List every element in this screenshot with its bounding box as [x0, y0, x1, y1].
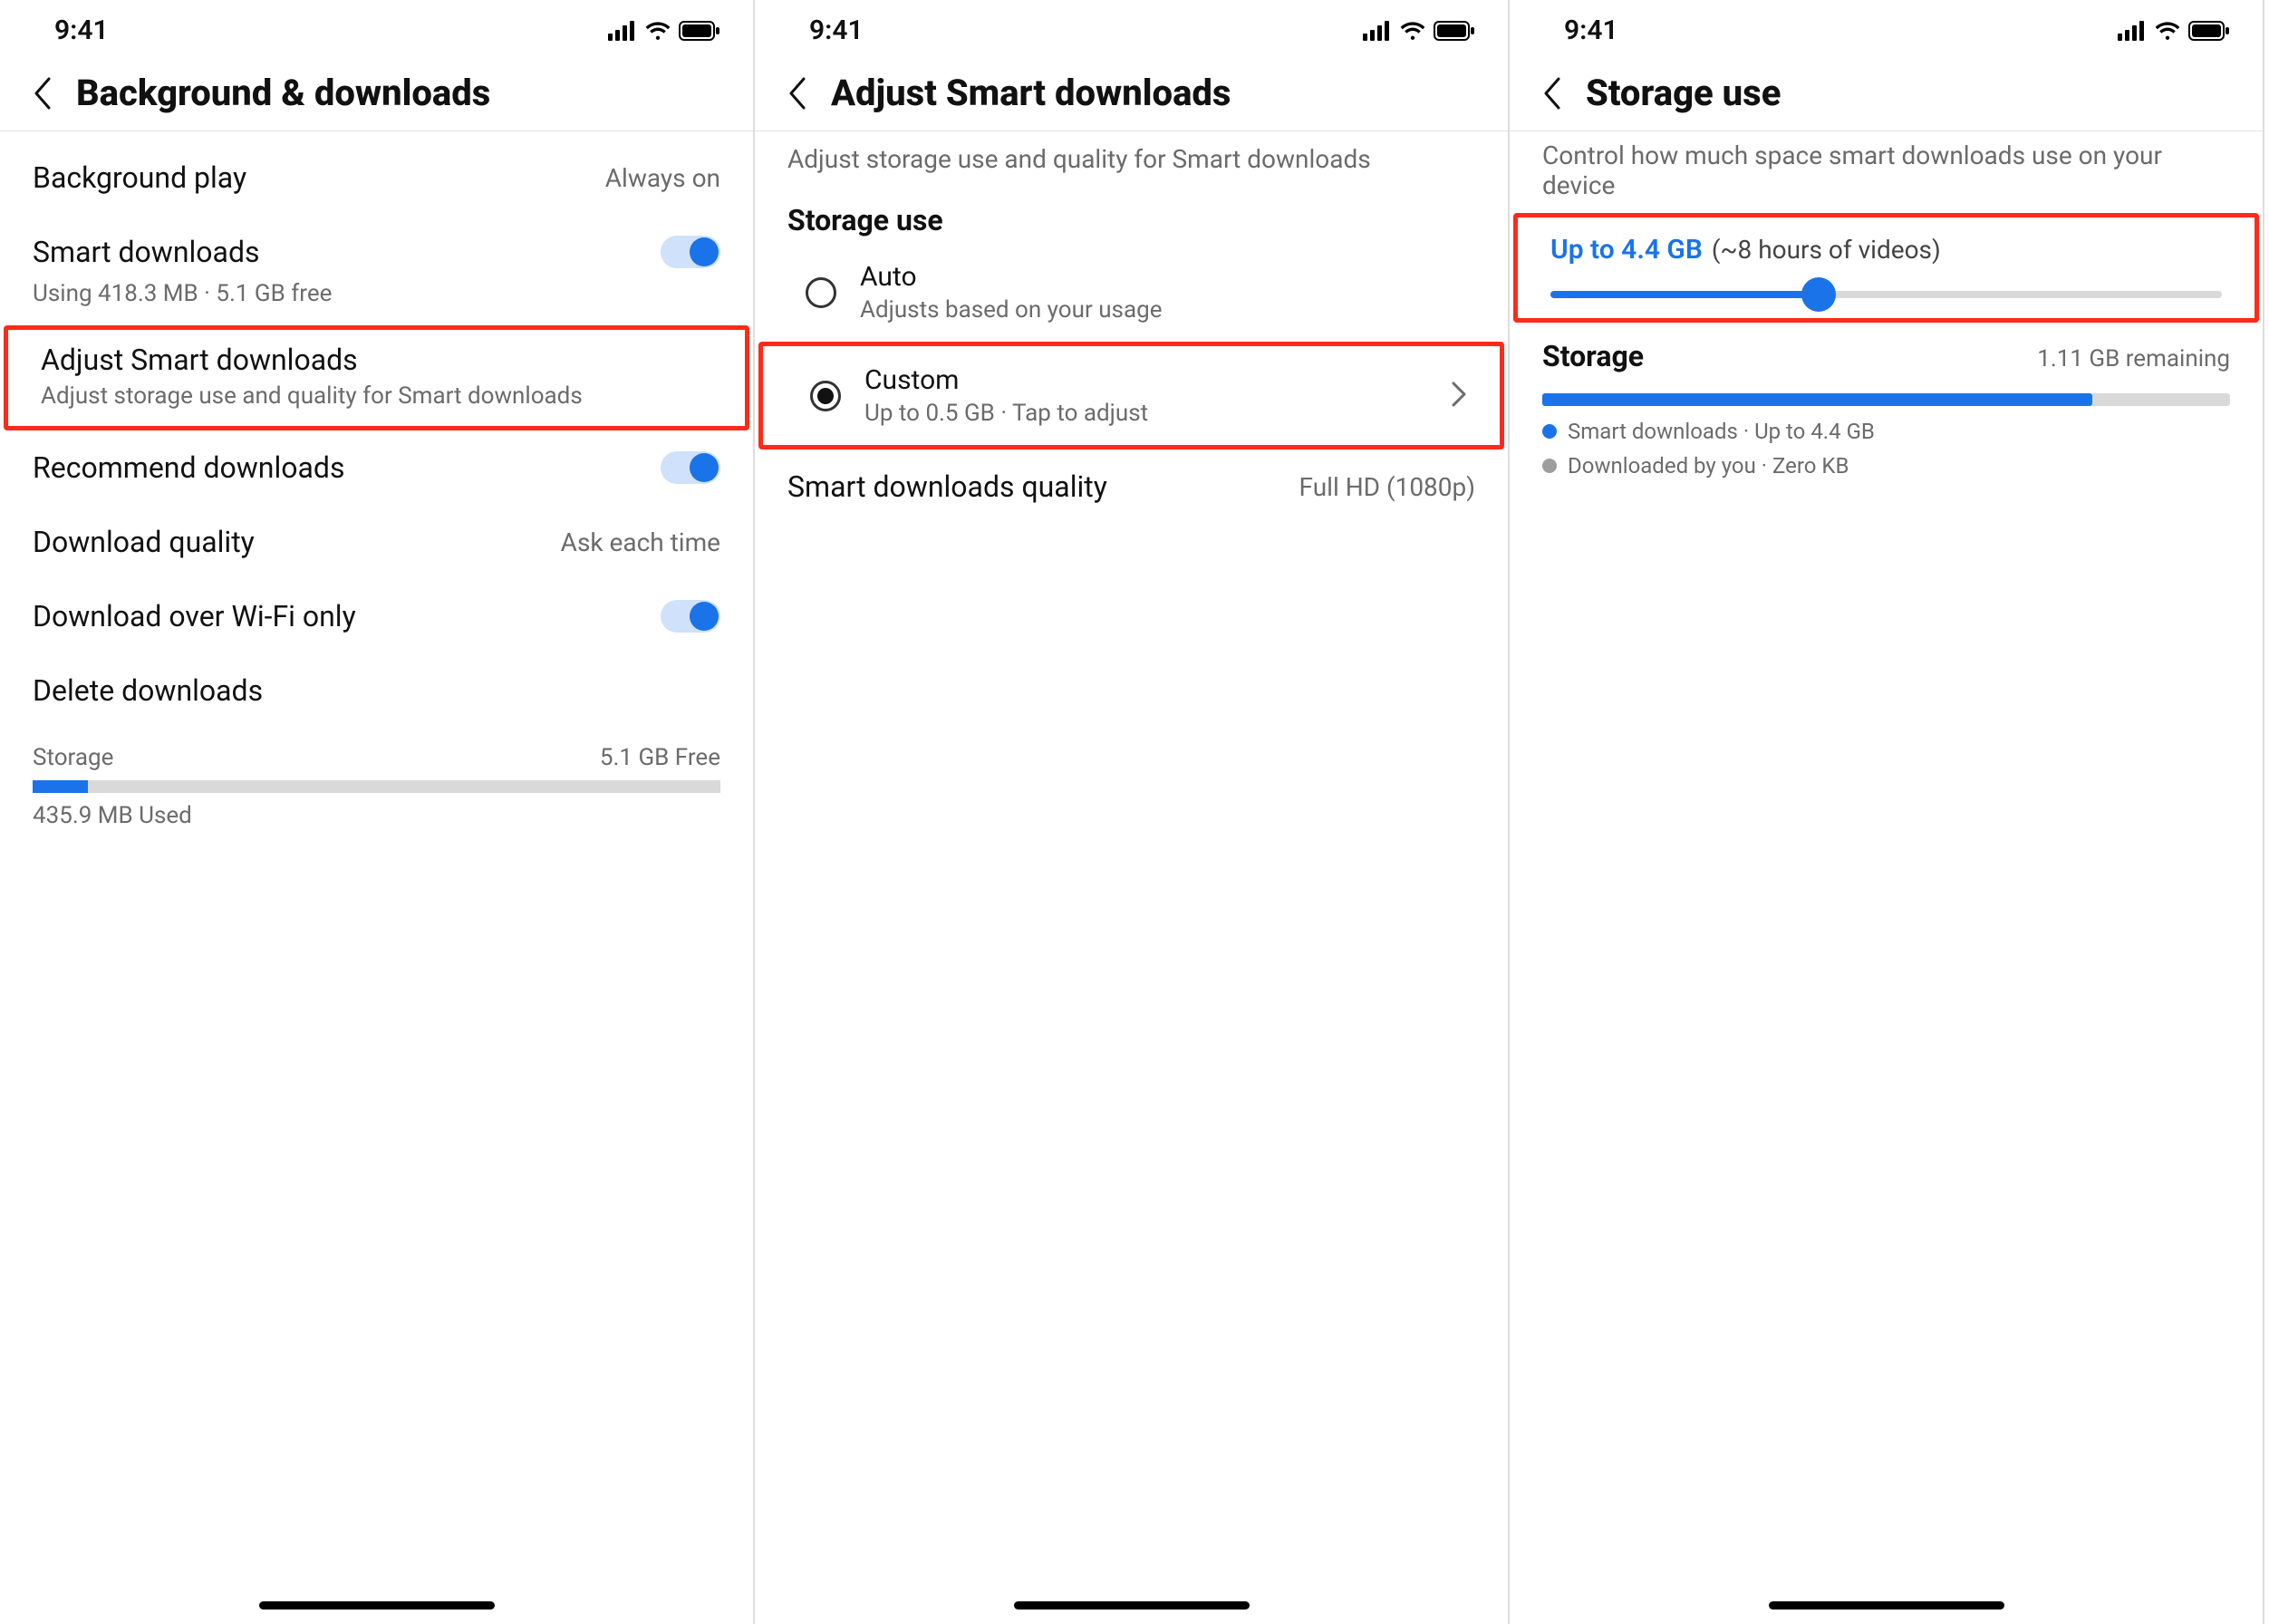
- storage-header: Storage 1.11 GB remaining: [1510, 323, 2263, 379]
- battery-icon: [679, 21, 720, 41]
- page-subtitle: Control how much space smart downloads u…: [1510, 140, 2263, 213]
- storage-remaining: 1.11 GB remaining: [2037, 345, 2230, 372]
- toggle-wifi-only[interactable]: [661, 600, 720, 633]
- status-icons: [608, 21, 720, 41]
- row-title: Download quality: [33, 525, 546, 559]
- row-smart-downloads[interactable]: Smart downloads: [0, 215, 753, 275]
- row-value: Ask each time: [561, 527, 720, 557]
- legend-dot-icon: [1542, 424, 1557, 439]
- legend-text: Downloaded by you · Zero KB: [1568, 453, 1849, 478]
- cellular-icon: [608, 21, 637, 41]
- home-indicator[interactable]: [1769, 1601, 2004, 1610]
- home-indicator[interactable]: [1014, 1601, 1250, 1610]
- wifi-icon: [1399, 21, 1426, 41]
- back-button[interactable]: [1537, 78, 1568, 109]
- page-title: Background & downloads: [76, 72, 490, 114]
- slider-hint: (~8 hours of videos): [1712, 235, 1941, 265]
- storage-label: Storage: [33, 744, 113, 771]
- row-value: Full HD (1080p): [1299, 472, 1475, 502]
- row-title: Delete downloads: [33, 673, 720, 708]
- storage-free: 5.1 GB Free: [600, 744, 720, 771]
- option-subtitle: Up to 0.5 GB · Tap to adjust: [864, 400, 1148, 427]
- screen-adjust-smart-downloads: 9:41 Adjust Smart downloads Adjust stora…: [755, 0, 1510, 1624]
- storage-used-caption: 435.9 MB Used: [33, 802, 720, 829]
- radio-icon[interactable]: [806, 277, 836, 308]
- chevron-right-icon: [1451, 381, 1467, 411]
- back-button[interactable]: [782, 78, 813, 109]
- page-title: Adjust Smart downloads: [831, 72, 1231, 114]
- row-title: Smart downloads quality: [787, 469, 1107, 504]
- row-subtitle: Using 418.3 MB · 5.1 GB free: [33, 280, 720, 307]
- content: Background play Always on Smart download…: [0, 131, 753, 1624]
- section-storage-use: Storage use: [755, 187, 1508, 243]
- storage-bar: [33, 780, 720, 793]
- storage-label: Storage: [1542, 339, 1644, 373]
- content: Adjust storage use and quality for Smart…: [755, 131, 1508, 1624]
- page-subtitle: Adjust storage use and quality for Smart…: [755, 140, 1508, 187]
- status-icons: [2118, 21, 2230, 41]
- screen-background-downloads: 9:41 Background & downloads Background p…: [0, 0, 755, 1624]
- storage-bar: [1542, 393, 2230, 406]
- status-time: 9:41: [809, 14, 864, 46]
- legend-smart-downloads: Smart downloads · Up to 4.4 GB: [1510, 410, 2263, 453]
- legend-downloaded-by-you: Downloaded by you · Zero KB: [1510, 453, 2263, 488]
- row-subtitle: Adjust storage use and quality for Smart…: [41, 382, 712, 410]
- status-bar: 9:41: [755, 0, 1508, 53]
- nav-header: Background & downloads: [0, 53, 753, 131]
- storage-used-fill: [1542, 393, 2092, 406]
- toggle-smart-downloads[interactable]: [661, 236, 720, 268]
- row-wifi-only[interactable]: Download over Wi-Fi only: [0, 579, 753, 653]
- status-time: 9:41: [1564, 14, 1618, 46]
- option-title: Custom: [864, 364, 1148, 396]
- battery-icon: [1434, 21, 1475, 41]
- row-title: Adjust Smart downloads: [41, 343, 712, 377]
- row-background-play[interactable]: Background play Always on: [0, 140, 753, 215]
- slider-thumb[interactable]: [1801, 277, 1836, 312]
- option-title: Auto: [860, 261, 1162, 293]
- status-time: 9:41: [54, 14, 109, 46]
- row-smart-downloads-quality[interactable]: Smart downloads quality Full HD (1080p): [755, 450, 1508, 524]
- nav-header: Adjust Smart downloads: [755, 53, 1508, 131]
- row-title: Smart downloads: [33, 235, 646, 269]
- home-indicator[interactable]: [259, 1601, 495, 1610]
- screen-storage-use: 9:41 Storage use Control how much space …: [1510, 0, 2264, 1624]
- wifi-icon: [644, 21, 671, 41]
- wifi-icon: [2154, 21, 2181, 41]
- radio-icon[interactable]: [810, 381, 841, 411]
- row-value: Always on: [605, 163, 720, 193]
- storage-slider-block: Up to 4.4 GB (~8 hours of videos): [1513, 213, 2259, 323]
- row-recommend-downloads[interactable]: Recommend downloads: [0, 430, 753, 505]
- storage-summary: Storage 5.1 GB Free 435.9 MB Used: [0, 728, 753, 846]
- option-auto[interactable]: Auto Adjusts based on your usage: [755, 243, 1508, 342]
- status-bar: 9:41: [0, 0, 753, 53]
- legend-dot-icon: [1542, 459, 1557, 473]
- battery-icon: [2188, 21, 2230, 41]
- row-title: Download over Wi-Fi only: [33, 599, 646, 633]
- status-icons: [1363, 21, 1475, 41]
- storage-slider[interactable]: [1550, 291, 2222, 298]
- cellular-icon: [2118, 21, 2147, 41]
- status-bar: 9:41: [1510, 0, 2263, 53]
- slider-fill: [1550, 291, 1819, 298]
- row-adjust-smart-downloads[interactable]: Adjust Smart downloads Adjust storage us…: [4, 325, 749, 430]
- slider-value-label: Up to 4.4 GB: [1550, 234, 1703, 266]
- nav-header: Storage use: [1510, 53, 2263, 131]
- option-subtitle: Adjusts based on your usage: [860, 296, 1162, 324]
- row-title: Recommend downloads: [33, 450, 646, 485]
- storage-used-fill: [33, 780, 88, 793]
- page-title: Storage use: [1586, 72, 1781, 114]
- content: Control how much space smart downloads u…: [1510, 131, 2263, 1624]
- row-delete-downloads[interactable]: Delete downloads: [0, 653, 753, 728]
- toggle-recommend-downloads[interactable]: [661, 451, 720, 484]
- row-download-quality[interactable]: Download quality Ask each time: [0, 505, 753, 579]
- option-custom[interactable]: Custom Up to 0.5 GB · Tap to adjust: [758, 342, 1504, 450]
- legend-text: Smart downloads · Up to 4.4 GB: [1568, 419, 1875, 444]
- row-title: Background play: [33, 160, 591, 195]
- cellular-icon: [1363, 21, 1392, 41]
- back-button[interactable]: [27, 78, 58, 109]
